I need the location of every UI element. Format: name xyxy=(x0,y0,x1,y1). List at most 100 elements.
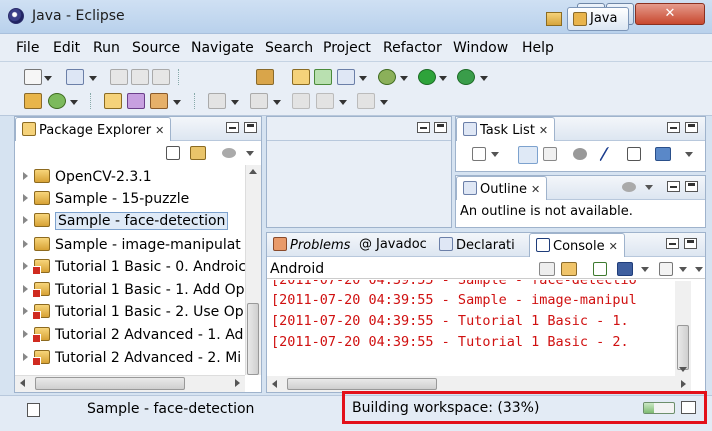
close-icon[interactable]: ✕ xyxy=(539,124,548,137)
menu-window[interactable]: Window xyxy=(453,40,508,56)
scroll-left-icon[interactable] xyxy=(20,379,25,387)
list-item[interactable]: Sample - 15-puzzle xyxy=(23,191,189,213)
horizontal-scroll-thumb[interactable] xyxy=(287,378,437,390)
build-icon[interactable] xyxy=(256,69,274,85)
scroll-down-icon[interactable] xyxy=(679,367,687,372)
tab-console[interactable]: Console ✕ xyxy=(529,233,625,257)
list-item[interactable]: OpenCV-2.3.1 xyxy=(23,169,152,191)
scroll-left-icon[interactable] xyxy=(272,380,277,388)
expand-icon[interactable] xyxy=(23,285,28,293)
open-console-icon[interactable] xyxy=(659,262,673,276)
list-item[interactable]: Tutorial 2 Advanced - 1. Ad xyxy=(23,327,243,349)
open-task-icon[interactable] xyxy=(127,93,145,109)
list-item-selected[interactable]: Sample - face-detection xyxy=(23,212,229,235)
scroll-right-icon[interactable] xyxy=(235,379,240,387)
android-sdk-icon[interactable] xyxy=(24,93,42,109)
maximize-view-icon[interactable] xyxy=(684,238,697,249)
scheduled-icon[interactable] xyxy=(543,147,557,161)
minimize-view-icon[interactable] xyxy=(667,181,680,192)
minimize-view-icon[interactable] xyxy=(666,238,679,249)
open-project-icon[interactable] xyxy=(292,69,310,85)
list-item[interactable]: Tutorial 2 Advanced - 2. Mi xyxy=(23,350,241,370)
scroll-up-icon[interactable] xyxy=(249,169,257,174)
minimize-view-icon[interactable] xyxy=(226,122,239,133)
expand-icon[interactable] xyxy=(23,216,28,224)
close-icon[interactable]: ✕ xyxy=(609,240,618,253)
maximize-view-icon[interactable] xyxy=(685,181,698,192)
close-icon[interactable]: ✕ xyxy=(531,183,540,196)
collapse-all-icon[interactable] xyxy=(166,146,180,160)
new-icon[interactable] xyxy=(24,69,42,85)
list-item[interactable]: Tutorial 1 Basic - 2. Use Op xyxy=(23,304,244,326)
view-options-icon[interactable] xyxy=(622,182,636,192)
menu-run[interactable]: Run xyxy=(93,40,120,56)
external-tools-icon[interactable] xyxy=(457,69,475,85)
new-package-icon[interactable] xyxy=(337,69,355,85)
next-annotation-icon[interactable] xyxy=(208,93,226,109)
view-menu-chevron-down-icon[interactable] xyxy=(246,151,254,156)
editor-area[interactable] xyxy=(266,116,452,228)
expand-icon[interactable] xyxy=(23,172,28,180)
maximize-view-icon[interactable] xyxy=(685,122,698,133)
tab-javadoc[interactable]: @ Javadoc xyxy=(353,233,433,257)
close-button[interactable]: ✕ xyxy=(635,3,705,25)
vertical-scroll-thumb[interactable] xyxy=(247,303,259,375)
list-item[interactable]: Tutorial 1 Basic - 0. Androic xyxy=(23,259,246,281)
new-dropdown-icon[interactable] xyxy=(44,76,52,81)
view-menu-chevron-down-icon[interactable] xyxy=(645,185,653,190)
scroll-lock-icon[interactable] xyxy=(561,262,577,276)
tab-problems[interactable]: Problems xyxy=(267,233,356,257)
menu-search[interactable]: Search xyxy=(265,40,313,56)
clear-console-icon[interactable] xyxy=(539,262,555,276)
minimize-view-icon[interactable] xyxy=(667,122,680,133)
list-item[interactable]: Sample - image-manipulat xyxy=(23,237,241,259)
tab-task-list[interactable]: Task List ✕ xyxy=(456,117,556,141)
menu-navigate[interactable]: Navigate xyxy=(191,40,254,56)
last-edit-icon[interactable] xyxy=(292,93,310,109)
menu-edit[interactable]: Edit xyxy=(53,40,80,56)
debug-icon[interactable] xyxy=(378,69,396,85)
tab-declaration[interactable]: Declarati xyxy=(433,233,521,257)
display-console-icon[interactable] xyxy=(617,262,633,276)
horizontal-scroll-thumb[interactable] xyxy=(35,377,185,390)
vertical-scroll-thumb[interactable] xyxy=(677,325,689,370)
view-menu-chevron-down-icon[interactable] xyxy=(695,267,703,272)
coverage-icon[interactable] xyxy=(48,93,66,109)
close-icon[interactable]: ✕ xyxy=(155,124,164,137)
new-project-icon[interactable] xyxy=(66,69,84,85)
save-all-icon[interactable] xyxy=(131,69,149,85)
back-icon[interactable] xyxy=(316,93,334,109)
view-menu-chevron-down-icon[interactable] xyxy=(685,152,693,157)
categorized-icon[interactable] xyxy=(518,146,538,164)
previous-annotation-icon[interactable] xyxy=(250,93,268,109)
open-perspective-icon[interactable] xyxy=(546,12,562,26)
collapse-all-icon[interactable] xyxy=(627,147,641,161)
menu-refactor[interactable]: Refactor xyxy=(383,40,442,56)
menu-help[interactable]: Help xyxy=(522,40,554,56)
run-icon[interactable] xyxy=(418,69,436,85)
new-task-icon[interactable] xyxy=(472,147,486,161)
minimize-view-icon[interactable] xyxy=(417,122,430,133)
save-icon[interactable] xyxy=(110,69,128,85)
expand-icon[interactable] xyxy=(23,330,28,338)
expand-icon[interactable] xyxy=(23,240,28,248)
view-menu-icon[interactable] xyxy=(222,148,236,158)
print-icon[interactable] xyxy=(152,69,170,85)
expand-icon[interactable] xyxy=(23,307,28,315)
fast-view-icon[interactable] xyxy=(27,403,40,417)
expand-icon[interactable] xyxy=(23,194,28,202)
maximize-view-icon[interactable] xyxy=(244,122,257,133)
synchronize-icon[interactable] xyxy=(655,147,671,161)
new-project-dropdown-icon[interactable] xyxy=(89,76,97,81)
new-java-class-icon[interactable] xyxy=(314,69,332,85)
list-item[interactable]: Tutorial 1 Basic - 1. Add Op xyxy=(23,282,245,304)
open-type-icon[interactable] xyxy=(104,93,122,109)
console-output[interactable]: [2011-07-20 04:39:55 - Sample - face-det… xyxy=(267,280,675,376)
tab-outline[interactable]: Outline ✕ xyxy=(456,176,548,200)
focus-icon[interactable] xyxy=(573,148,587,160)
tab-package-explorer[interactable]: Package Explorer ✕ xyxy=(15,117,172,141)
hide-completed-icon[interactable] xyxy=(598,147,622,161)
expand-icon[interactable] xyxy=(23,262,28,270)
menu-file[interactable]: File xyxy=(16,40,39,56)
menu-project[interactable]: Project xyxy=(323,40,371,56)
